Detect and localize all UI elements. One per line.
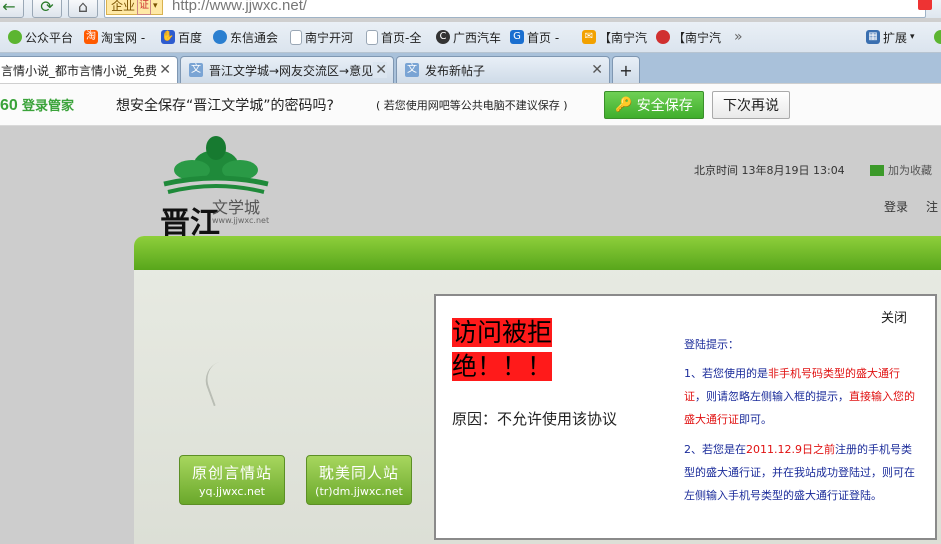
url-text[interactable]: http://www.jjwxc.net/ — [172, 0, 307, 16]
page-icon — [366, 29, 378, 45]
bookmark-label: 广西汽车 — [453, 30, 502, 45]
chevron-down-icon: ▾ — [153, 1, 158, 11]
extensions-label: 扩展 — [883, 30, 908, 45]
bookmark-item[interactable]: ✉ 【南宁汽 — [582, 28, 647, 46]
favorite-label: 加为收藏 — [888, 164, 932, 177]
romance-site-button[interactable]: 原创言情站 yq.jjwxc.net — [179, 455, 285, 505]
home-icon[interactable]: ⌂ — [68, 0, 98, 18]
panel-header-bar — [134, 236, 941, 270]
tip-highlight: 2011.12.9日之前 — [746, 443, 835, 456]
bookmark-label: 百度 — [178, 30, 203, 45]
bookmark-item[interactable]: 公众平台 — [8, 28, 73, 46]
danmei-site-title: 耽美同人站 — [318, 464, 399, 482]
bookmark-label: 首页-全 — [381, 30, 422, 45]
bookmark-item[interactable]: 【南宁汽 — [656, 28, 721, 46]
bookmarks-overflow-button[interactable]: » — [734, 28, 743, 46]
tab-label: 言情小说_都市言情小说_免费言 — [1, 63, 170, 78]
bookmark-item[interactable]: C 广西汽车 — [436, 28, 501, 46]
close-icon[interactable]: ✕ — [591, 62, 603, 78]
bookmark-item[interactable]: 南宁开河 — [290, 28, 353, 46]
tab-novels[interactable]: 言情小说_都市言情小说_免费言 ✕ — [0, 56, 178, 83]
danmei-site-button[interactable]: 耽美同人站 (tr)dm.jjwxc.net — [306, 455, 412, 505]
tab-bar: 言情小说_都市言情小说_免费言 ✕ 文 晋江文学城→网友交流区→意见 ✕ 文 发… — [0, 53, 941, 83]
favorite-icon — [870, 164, 884, 176]
tip-text: 即可。 — [739, 413, 772, 426]
login-manager-logo: 60 登录管家 — [0, 95, 74, 115]
page-icon — [290, 29, 302, 45]
later-button[interactable]: 下次再说 — [712, 91, 790, 119]
new-tab-button[interactable]: + — [612, 56, 640, 83]
certificate-icon: 证 — [137, 0, 152, 15]
save-button-label: 安全保存 — [636, 98, 693, 114]
bookmark-item[interactable]: ✋ 百度 — [161, 28, 202, 46]
chevron-down-icon: ▾ — [910, 32, 915, 42]
tab-label: 发布新帖子 — [425, 63, 486, 78]
save-password-button[interactable]: 🔑 安全保存 — [604, 91, 704, 119]
access-denied-title: 访问被拒 绝！！！ — [452, 316, 584, 384]
danmei-site-url: (tr)dm.jjwxc.net — [315, 485, 403, 498]
bookmark-label: 【南宁汽 — [599, 30, 648, 45]
denied-line: 访问被拒 — [452, 318, 553, 347]
bookmark-item[interactable]: 首页-全 — [366, 28, 421, 46]
mail-icon: ✉ — [582, 30, 596, 44]
add-favorite-link[interactable]: 加为收藏 — [870, 162, 932, 178]
addon-icon[interactable] — [918, 0, 932, 10]
bookmark-item[interactable]: 东信通会 — [213, 28, 278, 46]
circle-c-icon: C — [436, 30, 450, 44]
login-link[interactable]: 登录 — [884, 198, 908, 215]
taobao-icon: 淘 — [84, 30, 98, 44]
bookmark-item[interactable]: G 首页 - — [510, 28, 559, 46]
globe-icon — [213, 30, 227, 44]
bookmark-label: 淘宝网 - — [101, 30, 146, 45]
bookmark-label: 南宁开河 — [305, 30, 354, 45]
tip-text: 1、若您使用的是 — [684, 367, 768, 380]
logo-url: www.jjwxc.net — [212, 216, 270, 225]
tab-label: 晋江文学城→网友交流区→意见 — [209, 63, 374, 78]
login-tip-heading: 登陆提示： — [684, 338, 739, 351]
login-tip-1: 1、若您使用的是非手机号码类型的盛大通行证，则请忽略左侧输入框的提示，直接输入您… — [684, 362, 916, 431]
logo-number: 60 — [0, 97, 18, 114]
bookmark-label: 东信通会 — [230, 30, 279, 45]
tip-text: 2、若您是在 — [684, 443, 746, 456]
baidu-icon: ✋ — [161, 30, 175, 44]
bookmark-label: 公众平台 — [25, 30, 74, 45]
romance-site-url: yq.jjwxc.net — [198, 485, 265, 498]
romance-site-title: 原创言情站 — [191, 464, 272, 482]
bookmark-label: 【南宁汽 — [673, 30, 722, 45]
save-password-note: ( 若您使用网吧等公共电脑不建议保存 ) — [376, 99, 568, 112]
site-favicon-icon: 文 — [405, 63, 419, 77]
bookmark-item[interactable]: 淘淘宝网 - — [84, 28, 145, 46]
access-denied-dialog: 关闭 访问被拒 绝！！！ 原因：不允许使用该协议 登陆提示： 1、若您使用的是非… — [434, 294, 937, 540]
save-password-question: 想安全保存“晋江文学城”的密码吗? — [116, 98, 334, 114]
close-icon[interactable]: ✕ — [157, 62, 171, 78]
close-icon[interactable]: ✕ — [373, 62, 387, 78]
register-link[interactable]: 注 — [926, 198, 938, 215]
enterprise-badge[interactable]: 企业 证 ▾ — [106, 0, 163, 15]
logo-text: 登录管家 — [21, 98, 74, 113]
password-manager-bar: 60 登录管家 想安全保存“晋江文学城”的密码吗? ( 若您使用网吧等公共电脑不… — [0, 84, 941, 126]
bookmarks-bar: 公众平台 淘淘宝网 - ✋ 百度 东信通会 南宁开河 首页-全 C 广西汽车 G 首页… — [0, 22, 941, 53]
site-favicon-icon: 文 — [189, 63, 203, 77]
login-tip-2: 2、若您是在2011.12.9日之前注册的手机号类型的盛大通行证，并在我站成功登… — [684, 438, 916, 507]
globe-red-icon — [656, 30, 670, 44]
tip-text: ，则请忽略左侧输入框的提示， — [695, 390, 849, 403]
status-icon[interactable] — [934, 30, 941, 44]
refresh-icon[interactable]: ⟳ — [32, 0, 62, 18]
extensions-button[interactable]: ▦ 扩展 ▾ — [866, 28, 915, 46]
tab-new-post[interactable]: 文 发布新帖子 ✕ — [396, 56, 610, 83]
close-button[interactable]: 关闭 — [881, 307, 907, 326]
bookmark-label: 首页 - — [527, 30, 560, 45]
logo-name: 文学城 — [212, 198, 261, 217]
wechat-icon — [8, 30, 22, 44]
enterprise-badge-label: 企业 — [111, 0, 136, 13]
beijing-time: 北京时间 13年8月19日 13:04 — [694, 164, 845, 177]
denied-line: 绝！！！ — [452, 352, 553, 381]
tab-forum[interactable]: 文 晋江文学城→网友交流区→意见 ✕ — [180, 56, 394, 83]
denied-reason: 原因：不允许使用该协议 — [452, 410, 618, 428]
key-icon: 🔑 — [615, 97, 633, 113]
back-arrow-icon[interactable]: ← — [0, 0, 24, 18]
g-logo-icon: G — [510, 30, 524, 44]
grid-icon: ▦ — [866, 30, 880, 44]
